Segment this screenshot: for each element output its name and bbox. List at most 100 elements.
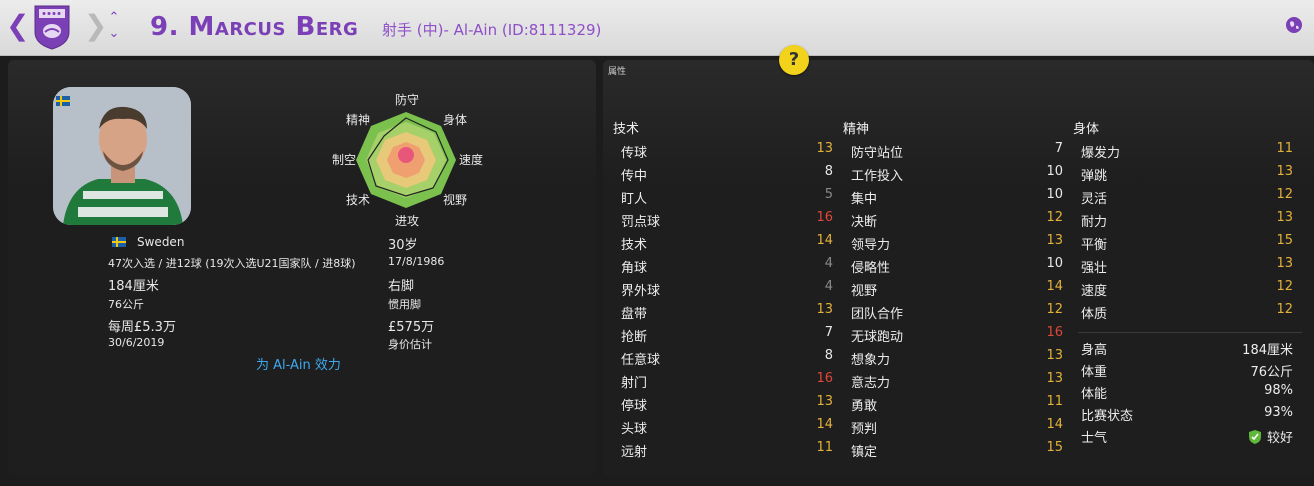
- attribute-row[interactable]: 领导力 13: [851, 232, 1063, 255]
- attribute-value: 15: [1046, 440, 1063, 455]
- attribute-row[interactable]: 勇敢 11: [851, 393, 1063, 416]
- attribute-row[interactable]: 预判 14: [851, 416, 1063, 439]
- up-down-switch-icon[interactable]: ⌃ ⌄: [105, 10, 123, 46]
- attribute-name: 决断: [851, 215, 878, 230]
- attribute-row[interactable]: 技术 14: [621, 232, 833, 255]
- attribute-row[interactable]: 无球跑动 16: [851, 324, 1063, 347]
- radar-label-mental: 精神: [346, 113, 371, 127]
- attribute-row[interactable]: 想象力 13: [851, 347, 1063, 370]
- attribute-name: 远射: [621, 445, 648, 460]
- attribute-row[interactable]: 抢断 7: [621, 324, 833, 347]
- attribute-row[interactable]: 传中 8: [621, 163, 833, 186]
- club-crest-icon[interactable]: [32, 4, 72, 50]
- attribute-row[interactable]: 防守站位 7: [851, 140, 1063, 163]
- attribute-row[interactable]: 镇定 15: [851, 439, 1063, 462]
- attribute-row[interactable]: 罚点球 16: [621, 209, 833, 232]
- attribute-row[interactable]: 角球 4: [621, 255, 833, 278]
- attribute-value: 11: [816, 440, 833, 455]
- attribute-row[interactable]: 停球 13: [621, 393, 833, 416]
- attribute-row[interactable]: 界外球 4: [621, 278, 833, 301]
- attribute-row[interactable]: 远射 11: [621, 439, 833, 462]
- attribute-value: 8: [824, 164, 833, 179]
- plays-for-link[interactable]: 为 Al-Ain 效力: [256, 354, 341, 373]
- attribute-value: 13: [1046, 371, 1063, 386]
- physical-info-row: 士气 较好: [1081, 425, 1293, 447]
- attribute-row[interactable]: 决断 12: [851, 209, 1063, 232]
- attribute-value: 12: [1276, 302, 1293, 317]
- physical-info-row: 比赛状态 93%: [1081, 403, 1293, 425]
- physical-info-row: 体能 98%: [1081, 381, 1293, 403]
- market-value-label: 身价估计: [388, 338, 432, 351]
- attribute-name: 侵略性: [851, 261, 891, 276]
- attribute-row[interactable]: 体质 12: [1081, 301, 1293, 324]
- attribute-value: 13: [1276, 164, 1293, 179]
- attribute-row[interactable]: 任意球 8: [621, 347, 833, 370]
- attribute-row[interactable]: 爆发力 11: [1081, 140, 1293, 163]
- preferred-foot-label: 惯用脚: [388, 298, 421, 311]
- nation-name[interactable]: Sweden: [137, 235, 184, 249]
- attribute-row[interactable]: 集中 10: [851, 186, 1063, 209]
- attribute-row[interactable]: 侵略性 10: [851, 255, 1063, 278]
- attribute-name: 爆发力: [1081, 146, 1121, 161]
- forward-arrow-icon[interactable]: ❯: [84, 12, 107, 40]
- sweden-flag-icon: [56, 96, 70, 106]
- attribute-row[interactable]: 耐力 13: [1081, 209, 1293, 232]
- attribute-value: 16: [816, 371, 833, 386]
- attribute-value: 13: [816, 141, 833, 156]
- attribute-row[interactable]: 射门 16: [621, 370, 833, 393]
- nation-flag-icon: [112, 237, 126, 247]
- attribute-name: 镇定: [851, 445, 878, 460]
- physical-info-name: 比赛状态: [1081, 409, 1134, 424]
- attribute-name: 工作投入: [851, 169, 904, 184]
- attribute-value: 14: [1046, 417, 1063, 432]
- attribute-value: 16: [1046, 325, 1063, 340]
- attribute-row[interactable]: 盯人 5: [621, 186, 833, 209]
- attribute-row[interactable]: 头球 14: [621, 416, 833, 439]
- attribute-value: 11: [1276, 141, 1293, 156]
- attribute-row[interactable]: 强壮 13: [1081, 255, 1293, 278]
- attribute-row[interactable]: 视野 14: [851, 278, 1063, 301]
- attribute-name: 灵活: [1081, 192, 1108, 207]
- attribute-name: 无球跑动: [851, 330, 904, 345]
- attribute-value: 16: [816, 210, 833, 225]
- attribute-row[interactable]: 团队合作 12: [851, 301, 1063, 324]
- mental-heading: 精神: [843, 122, 870, 137]
- player-photo: [53, 87, 191, 225]
- globe-icon[interactable]: [1285, 16, 1303, 34]
- attribute-name: 平衡: [1081, 238, 1108, 253]
- attribute-value: 12: [1276, 279, 1293, 294]
- attribute-name: 速度: [1081, 284, 1108, 299]
- help-icon[interactable]: ?: [779, 45, 809, 75]
- radar-label-physical: 身体: [443, 113, 468, 127]
- attribute-name: 防守站位: [851, 146, 904, 161]
- height-value: 184厘米: [108, 279, 159, 294]
- player-position-club[interactable]: 射手 (中)- Al-Ain (ID:8111329): [382, 19, 601, 40]
- attribute-row[interactable]: 传球 13: [621, 140, 833, 163]
- attribute-row[interactable]: 平衡 15: [1081, 232, 1293, 255]
- radar-label-vision: 视野: [443, 193, 468, 207]
- attribute-name: 射门: [621, 376, 648, 391]
- attribute-value: 5: [824, 187, 833, 202]
- attribute-name: 弹跳: [1081, 169, 1108, 184]
- back-arrow-icon[interactable]: ❮: [6, 12, 29, 40]
- attribute-row[interactable]: 速度 12: [1081, 278, 1293, 301]
- attributes-title: 属性: [608, 67, 627, 77]
- attribute-value: 4: [824, 279, 833, 294]
- attribute-row[interactable]: 意志力 13: [851, 370, 1063, 393]
- attribute-value: 8: [824, 348, 833, 363]
- attribute-name: 盯人: [621, 192, 648, 207]
- attribute-name: 耐力: [1081, 215, 1108, 230]
- attribute-name: 视野: [851, 284, 878, 299]
- attribute-row[interactable]: 工作投入 10: [851, 163, 1063, 186]
- attribute-value: 12: [1046, 302, 1063, 317]
- attribute-row[interactable]: 盘带 13: [621, 301, 833, 324]
- attribute-value: 7: [1054, 141, 1063, 156]
- international-caps: 47次入选 / 进12球 (19次入选U21国家队 / 进8球): [108, 257, 356, 270]
- attribute-value: 10: [1046, 164, 1063, 179]
- wage-value: 每周£5.3万: [108, 320, 176, 335]
- attribute-value: 13: [1276, 210, 1293, 225]
- attribute-row[interactable]: 弹跳 13: [1081, 163, 1293, 186]
- physical-info-name: 身高: [1081, 343, 1108, 358]
- attribute-value: 14: [1046, 279, 1063, 294]
- attribute-row[interactable]: 灵活 12: [1081, 186, 1293, 209]
